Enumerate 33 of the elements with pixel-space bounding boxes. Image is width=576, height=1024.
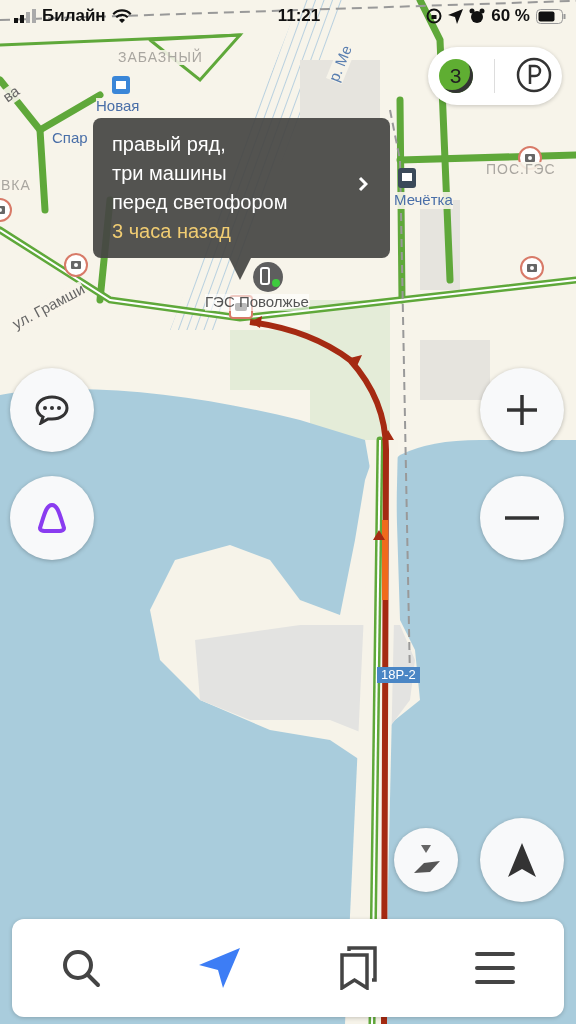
battery-icon: [536, 8, 566, 24]
comment-text: правый ряд, три машины перед светофором: [112, 132, 289, 215]
chevron-right-icon: [358, 176, 368, 192]
stop-label: Спар: [52, 130, 88, 147]
rotation-lock-icon: [426, 8, 443, 24]
carrier-name: Билайн: [42, 6, 106, 26]
bookmarks-icon: [339, 946, 377, 990]
parking-icon: [515, 56, 552, 93]
search-icon: [61, 948, 101, 988]
battery-percent: 60 %: [491, 6, 530, 26]
traffic-score[interactable]: 3: [438, 59, 473, 93]
callout-pointer: [229, 258, 251, 280]
navigation-arrow-icon: [199, 947, 241, 989]
tram-stop-icon[interactable]: [398, 168, 416, 188]
signal-icon: [14, 9, 36, 23]
traffic-comment-bubble[interactable]: правый ряд, три машины перед светофором 3 часа назад: [93, 118, 390, 258]
chat-bubble-icon: [35, 395, 69, 425]
voice-assistant-icon: [36, 502, 68, 534]
stop-label: Мечётка: [394, 192, 453, 209]
comment-time: 3 часа назад: [112, 219, 232, 244]
wifi-icon: [111, 8, 132, 24]
navigation-arrow-icon: [508, 843, 536, 877]
zoom-out-icon: [505, 516, 539, 520]
bus-stop-icon[interactable]: [112, 76, 130, 94]
menu-icon: [475, 951, 515, 985]
alarm-icon: [469, 8, 486, 24]
place-label: ГЭС Поволжье: [205, 294, 309, 311]
clock-time: 11:21: [277, 6, 321, 26]
district-label: ЗАБАЗНЫЙ: [118, 50, 203, 66]
location-arrow-icon: [448, 8, 464, 24]
road-number: 18Р-2: [377, 667, 420, 684]
zoom-in-icon: [506, 394, 538, 426]
camera-pin-icon[interactable]: [0, 198, 12, 222]
